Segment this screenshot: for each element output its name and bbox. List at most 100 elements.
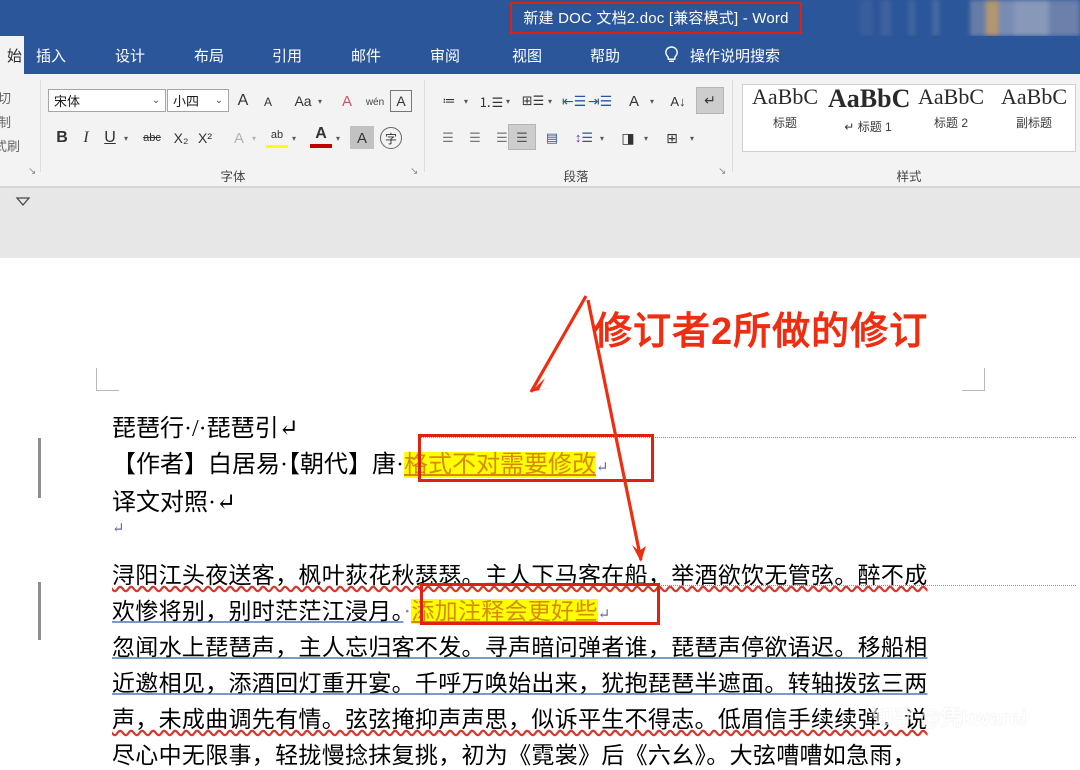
justify-icon[interactable]: ☰ (508, 127, 536, 149)
bullet-list-icon[interactable]: ≔ (436, 90, 462, 112)
tab-view[interactable]: 视图 (512, 36, 542, 74)
superscript-button[interactable]: X² (194, 127, 216, 149)
font-color-swatch[interactable] (310, 144, 332, 148)
numbered-list-icon[interactable]: ⒈☰ (478, 90, 504, 112)
style-heading1-name: ↵ 标题 1 (828, 118, 908, 135)
doc-line-poem-2-text: 欢惨将别，别时茫茫江浸月。 (112, 599, 404, 624)
doc-line-poem-3-text: 忽闻水上琵琶声，主人忘归客不发。寻声暗问弹者谁，琵琶声停欲语迟。移船相 (112, 635, 928, 660)
tab-mailings[interactable]: 邮件 (351, 36, 381, 74)
font-name-combo[interactable]: 宋体 ⌄ (48, 89, 166, 112)
doc-line-poem-4-text: 近邀相见，添酒回灯重开宴。千呼万唤始出来，犹抱琵琶半遮面。转轴拨弦三两 (112, 671, 928, 696)
line-spacing-icon[interactable]: ↕☰ (572, 127, 596, 149)
clipboard-copy-label[interactable]: 制 (0, 112, 11, 131)
multilevel-chevron-down-icon[interactable]: ▾ (548, 97, 552, 106)
paragraph-dialog-launcher[interactable]: ↘ (718, 166, 726, 177)
character-border-button[interactable]: A (390, 90, 412, 112)
annotation-label: 修订者2所做的修订 (594, 311, 929, 353)
doc-line-poem-6-text: 尽心中无限事，轻拢慢捻抹复挑，初为《霓裳》后《六幺》。大弦嘈嘈如急雨， (112, 743, 916, 768)
distribute-icon[interactable]: ▤ (540, 127, 564, 149)
shrink-font-button[interactable]: A (257, 92, 279, 112)
style-title-preview: AaBbC (752, 84, 818, 109)
bold-button[interactable]: B (52, 127, 72, 149)
doc-line-poem-4[interactable]: 近邀相见，添酒回灯重开宴。千呼万唤始出来，犹抱琵琶半遮面。转轴拨弦三两 (112, 664, 928, 698)
line-spacing-chevron-down-icon[interactable]: ▾ (600, 134, 604, 143)
chevron-down-icon: ⌄ (214, 95, 224, 106)
bullets-chevron-down-icon[interactable]: ▾ (464, 97, 468, 106)
ruler-band-top-edge (0, 186, 1080, 188)
strikethrough-button[interactable]: abc (138, 128, 166, 148)
borders-icon[interactable]: ⊞ (660, 127, 684, 149)
doc-line-poem-5[interactable]: 声，未成曲调先有情。弦弦掩抑声声思，似诉平生不得志。低眉信手续续弹，说 (112, 700, 928, 734)
increase-indent-icon[interactable]: ⇥☰ (588, 90, 612, 112)
numbering-chevron-down-icon[interactable]: ▾ (506, 97, 510, 106)
font-color-chevron-down-icon[interactable]: ▾ (336, 134, 340, 143)
text-highlight-button[interactable]: ab (266, 125, 288, 145)
font-name-value: 宋体 (54, 94, 81, 109)
tab-design[interactable]: 设计 (115, 36, 145, 74)
tab-help[interactable]: 帮助 (590, 36, 620, 74)
style-heading2-name: 标题 2 (933, 116, 968, 130)
tab-insert[interactable]: 插入 (36, 36, 66, 74)
group-separator-paragraph (732, 80, 733, 172)
change-case-chevron-down-icon[interactable]: ▾ (318, 97, 322, 106)
sort-icon[interactable]: A↓ (666, 90, 690, 112)
tell-me-search[interactable]: 操作说明搜索 (690, 36, 780, 74)
align-center-icon[interactable]: ☰ (463, 127, 487, 149)
underline-chevron-down-icon[interactable]: ▾ (124, 134, 128, 143)
shading-icon[interactable]: ◨ (616, 127, 640, 149)
doc-line-author-text: 【作者】白居易·【朝代】唐· (112, 452, 404, 478)
highlight-chevron-down-icon[interactable]: ▾ (292, 134, 296, 143)
chevron-down-icon: ⌄ (151, 95, 161, 106)
clear-formatting-button[interactable]: A (336, 90, 358, 112)
enclose-character-button[interactable]: 字 (380, 127, 402, 149)
doc-line-contrast-text: 译文对照·↵ (112, 490, 237, 516)
group-separator-clipboard (40, 80, 41, 172)
style-heading1-preview: AaBbC (828, 84, 911, 113)
chevron-down-icon[interactable] (14, 194, 32, 208)
shading-chevron-down-icon[interactable]: ▾ (644, 134, 648, 143)
font-size-combo[interactable]: 小四 ⌄ (167, 89, 229, 112)
doc-line-empty[interactable]: ↵ (112, 518, 125, 538)
doc-line-contrast[interactable]: 译文对照·↵ (112, 482, 236, 517)
highlight-color-swatch[interactable] (266, 145, 288, 148)
clipboard-cut-label[interactable]: 切 (0, 88, 11, 107)
paragraph-group-label: 段落 (563, 170, 589, 184)
style-subtitle[interactable]: AaBbC 副标题 (994, 84, 1074, 131)
phonetic-guide-button[interactable]: wén (363, 92, 387, 112)
borders-chevron-down-icon[interactable]: ▾ (690, 134, 694, 143)
clipboard-dialog-launcher[interactable]: ↘ (28, 166, 36, 177)
style-heading1[interactable]: AaBbC ↵ 标题 1 (828, 84, 911, 135)
text-effects-chevron-down-icon[interactable]: ▾ (252, 134, 256, 143)
doc-line-poem-3[interactable]: 忽闻水上琵琶声，主人忘归客不发。寻声暗问弹者谁，琵琶声停欲语迟。移船相 (112, 628, 928, 662)
clipboard-format-painter-label[interactable]: 式刷 (0, 136, 20, 155)
style-heading2[interactable]: AaBbC 标题 2 (911, 84, 991, 131)
decrease-indent-icon[interactable]: ⇤☰ (562, 90, 586, 112)
font-dialog-launcher[interactable]: ↘ (410, 166, 418, 177)
style-title[interactable]: AaBbC 标题 (745, 84, 825, 131)
tab-layout[interactable]: 布局 (194, 36, 224, 74)
asian-layout-chevron-down-icon[interactable]: ▾ (650, 97, 654, 106)
style-heading2-preview: AaBbC (918, 84, 984, 109)
style-heading1-label: 标题 1 (857, 120, 892, 134)
tab-references[interactable]: 引用 (272, 36, 302, 74)
grow-font-button[interactable]: A (232, 90, 254, 112)
asian-layout-icon[interactable]: A (622, 90, 646, 112)
paragraph-mark-icon: ↵ (112, 521, 125, 537)
font-group-label: 字体 (220, 170, 246, 184)
text-effects-button[interactable]: A (228, 127, 250, 149)
show-formatting-marks-icon[interactable]: ↵ (696, 88, 724, 113)
italic-button[interactable]: I (76, 127, 96, 149)
underline-button[interactable]: U (100, 127, 120, 149)
font-color-button[interactable]: A (310, 124, 332, 144)
align-left-icon[interactable]: ☰ (436, 127, 460, 149)
tab-review[interactable]: 审阅 (430, 36, 460, 74)
tab-home[interactable]: 始 (0, 36, 24, 74)
doc-line-poem-6[interactable]: 尽心中无限事，轻拢慢捻抹复挑，初为《霓裳》后《六幺》。大弦嘈嘈如急雨， (112, 736, 916, 770)
doc-line-title[interactable]: 琵琶行·/·琵琶引↵ (112, 408, 299, 443)
change-case-button[interactable]: Aa (290, 91, 316, 111)
character-shading-button[interactable]: A (350, 127, 374, 149)
multilevel-list-icon[interactable]: ⊞☰ (520, 90, 546, 112)
style-title-name: 标题 (772, 116, 797, 130)
subscript-button[interactable]: X₂ (170, 127, 192, 149)
group-separator-font (424, 80, 425, 172)
